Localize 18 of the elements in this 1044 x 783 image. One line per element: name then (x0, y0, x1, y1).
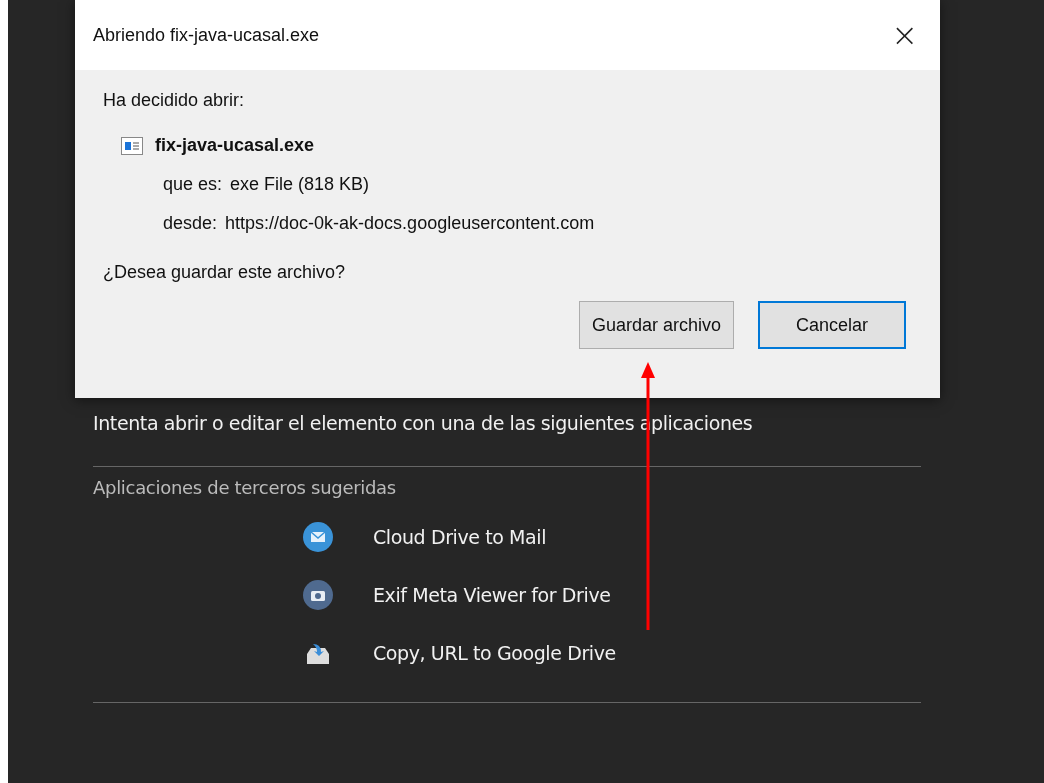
detail-label: que es: (163, 174, 223, 195)
detail-label: desde: (163, 213, 218, 234)
section-title: Aplicaciones de terceros sugeridas (93, 477, 397, 498)
file-name: fix-java-ucasal.exe (155, 135, 315, 156)
detail-value: exe File (818 KB) (230, 174, 370, 195)
window-title: Abriendo fix-java-ucasal.exe (93, 24, 320, 46)
envelope-icon (303, 522, 333, 552)
close-button[interactable]: × (887, 19, 922, 51)
intro-text: Ha decidido abrir: (103, 90, 246, 111)
dialog-button[interactable]: Cancelar (758, 301, 906, 349)
app-link[interactable]: Copy, URL to Google Drive (373, 642, 616, 664)
question-text: ¿Desea guardar este archivo? (103, 262, 347, 283)
application-icon (121, 136, 143, 155)
app-link[interactable]: Cloud Drive to Mail (373, 526, 547, 548)
app-link[interactable]: Exif Meta Viewer for Drive (373, 584, 611, 606)
detail-value: https://doc-0k-ak-docs.googleusercontent.com (225, 213, 595, 234)
camera-icon (303, 580, 333, 610)
dialog-button[interactable]: Guardar archivo (578, 301, 734, 349)
